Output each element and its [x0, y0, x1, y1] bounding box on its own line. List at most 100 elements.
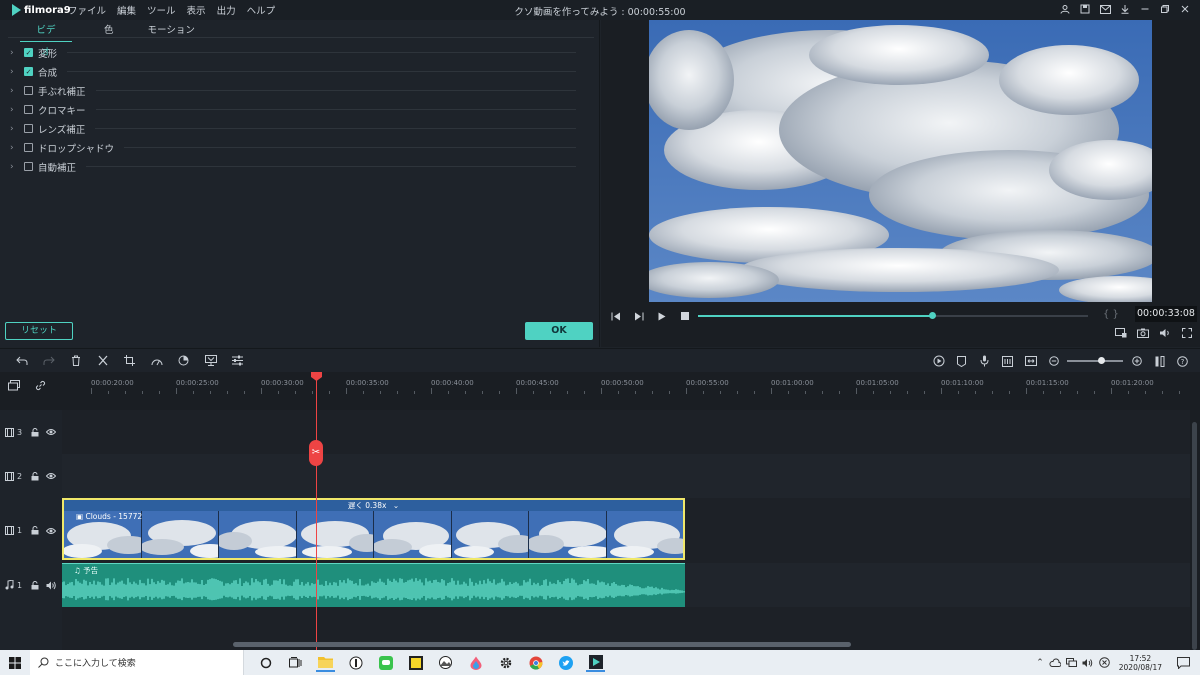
zoom-in-icon[interactable] — [1127, 352, 1146, 370]
chevron-right-icon[interactable]: › — [10, 48, 24, 58]
audio-mixer-icon[interactable] — [998, 352, 1017, 370]
horizontal-scrollbar[interactable] — [233, 642, 851, 647]
reset-button[interactable]: リセット — [5, 322, 73, 340]
paint-icon[interactable] — [466, 653, 485, 672]
snapshot-icon[interactable] — [1136, 326, 1150, 340]
fullscreen-icon[interactable] — [1180, 326, 1194, 340]
checkbox-compositing[interactable]: ✓ — [24, 67, 33, 76]
property-lens-correction[interactable]: › レンズ補正 — [10, 119, 576, 138]
vertical-scrollbar[interactable] — [1192, 422, 1197, 650]
color-icon[interactable] — [174, 352, 193, 370]
property-chroma-key[interactable]: › クロマキー — [10, 100, 576, 119]
checkbox-stabilization[interactable] — [24, 86, 33, 95]
menu-help[interactable]: ヘルプ — [247, 3, 276, 17]
volume-tray-icon[interactable] — [1082, 658, 1094, 668]
menu-file[interactable]: ファイル — [68, 3, 106, 17]
chevron-up-icon[interactable]: ⌃ — [1036, 658, 1044, 668]
tab-video[interactable]: ビデオ — [20, 20, 72, 58]
crop-icon[interactable] — [120, 352, 139, 370]
chrome-icon[interactable] — [526, 653, 545, 672]
video-track-2[interactable] — [62, 454, 1190, 498]
chevron-down-icon[interactable]: ⌄ — [393, 501, 399, 510]
speaker-icon[interactable] — [46, 581, 56, 590]
track-height-icon[interactable] — [1150, 352, 1169, 370]
task-view-icon[interactable] — [286, 653, 305, 672]
onedrive-icon[interactable] — [1049, 658, 1061, 667]
menu-export[interactable]: 出力 — [217, 3, 236, 17]
delete-icon[interactable] — [66, 352, 85, 370]
eye-icon[interactable] — [46, 428, 57, 436]
add-track-icon[interactable] — [4, 376, 23, 394]
taskbar-clock[interactable]: 17:52 2020/08/17 — [1119, 654, 1162, 672]
video-clip[interactable]: 遅く 0.38x ⌄ ▣ Clouds - 15772 — [62, 498, 685, 560]
property-compositing[interactable]: › ✓ 合成 — [10, 62, 576, 81]
minimize-icon[interactable] — [1138, 2, 1152, 16]
previous-frame-icon[interactable] — [608, 308, 624, 324]
chevron-right-icon[interactable]: › — [10, 143, 24, 153]
menu-view[interactable]: 表示 — [187, 3, 206, 17]
audio-adjust-icon[interactable] — [228, 352, 247, 370]
playhead-line[interactable] — [316, 372, 317, 650]
split-here-button[interactable]: ✂ — [309, 440, 323, 466]
chevron-right-icon[interactable]: › — [10, 67, 24, 77]
zoom-slider[interactable] — [1067, 357, 1123, 364]
property-auto-enhance[interactable]: › 自動補正 — [10, 157, 576, 176]
link-icon[interactable] — [31, 376, 50, 394]
network-icon[interactable] — [1065, 657, 1077, 668]
chevron-right-icon[interactable]: › — [10, 162, 24, 172]
render-icon[interactable] — [929, 352, 948, 370]
photos-icon[interactable] — [436, 653, 455, 672]
checkbox-auto-enhance[interactable] — [24, 162, 33, 171]
chevron-right-icon[interactable]: › — [10, 124, 24, 134]
eye-icon[interactable] — [46, 472, 57, 480]
voiceover-icon[interactable] — [975, 352, 994, 370]
ok-button[interactable]: OK — [525, 322, 593, 340]
checkbox-drop-shadow[interactable] — [24, 143, 33, 152]
mark-in-out[interactable]: { } — [1103, 309, 1119, 320]
twitter-icon[interactable] — [556, 653, 575, 672]
checkbox-transform[interactable]: ✓ — [24, 48, 33, 57]
action-center-icon[interactable] — [1177, 656, 1190, 669]
zoom-slider-knob[interactable] — [1097, 357, 1105, 364]
restore-icon[interactable] — [1158, 2, 1172, 16]
chevron-right-icon[interactable]: › — [10, 86, 24, 96]
line-app-icon[interactable] — [376, 653, 395, 672]
file-explorer-icon[interactable] — [316, 653, 335, 672]
progress-knob[interactable] — [929, 312, 936, 319]
tab-color[interactable]: 色 — [92, 20, 126, 42]
property-transform[interactable]: › ✓ 変形 — [10, 43, 576, 62]
time-ruler[interactable]: 00:00:20:00 00:00:25:00 00:00:30:00 00:00:3… — [62, 372, 1200, 396]
checkbox-lens-correction[interactable] — [24, 124, 33, 133]
start-button[interactable] — [0, 650, 30, 675]
green-screen-icon[interactable] — [201, 352, 220, 370]
mail-icon[interactable] — [1098, 2, 1112, 16]
lock-icon[interactable] — [31, 580, 39, 590]
zoom-out-icon[interactable] — [1044, 352, 1063, 370]
filmora-taskbar-icon[interactable] — [586, 653, 605, 672]
next-frame-icon[interactable] — [631, 308, 647, 324]
eye-icon[interactable] — [46, 527, 57, 535]
app-circle-icon[interactable] — [346, 653, 365, 672]
undo-icon[interactable] — [12, 352, 31, 370]
marker-icon[interactable] — [952, 352, 971, 370]
account-icon[interactable] — [1058, 2, 1072, 16]
lock-icon[interactable] — [31, 427, 39, 437]
playback-progress[interactable] — [698, 312, 1088, 319]
download-icon[interactable] — [1118, 2, 1132, 16]
audio-clip[interactable]: ♫ 予告 — [62, 563, 685, 607]
tab-motion[interactable]: モーション — [136, 20, 207, 42]
lock-icon[interactable] — [31, 471, 39, 481]
split-icon[interactable] — [93, 352, 112, 370]
property-stabilization[interactable]: › 手ぶれ補正 — [10, 81, 576, 100]
settings-gear-icon[interactable] — [496, 653, 515, 672]
lock-icon[interactable] — [31, 526, 39, 535]
fit-timeline-icon[interactable] — [1021, 352, 1040, 370]
video-track-3[interactable] — [62, 410, 1190, 454]
cortana-icon[interactable] — [256, 653, 275, 672]
render-preview-icon[interactable] — [1114, 326, 1128, 340]
speed-indicator[interactable]: 遅く 0.38x ⌄ — [64, 500, 683, 511]
volume-icon[interactable] — [1158, 326, 1172, 340]
notification-badge-icon[interactable] — [1098, 657, 1110, 668]
menu-tools[interactable]: ツール — [147, 3, 176, 17]
menu-edit[interactable]: 編集 — [117, 3, 136, 17]
